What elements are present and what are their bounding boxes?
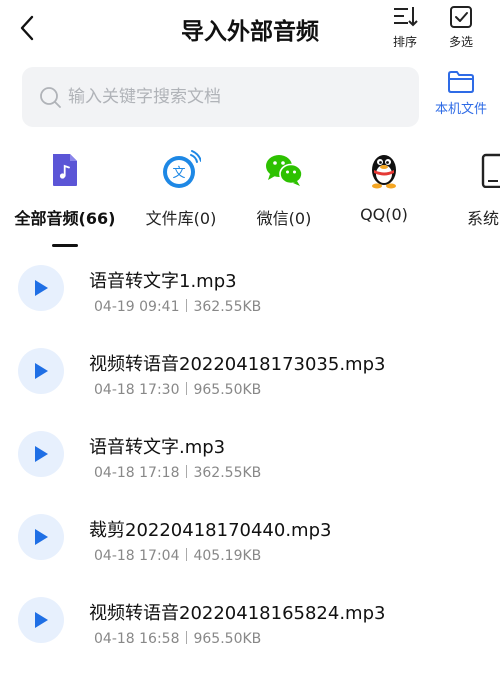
play-icon — [35, 612, 48, 628]
tab-wechat[interactable]: 微信(0) — [229, 150, 339, 229]
meta-divider — [186, 299, 188, 312]
local-files-label: 本机文件 — [434, 102, 487, 117]
category-tabs: 全部音频(66) 文 文件库(0) 微信(0) QQ(0) 系统 — [0, 150, 500, 250]
file-name: 裁剪20220418170440.mp3 — [89, 520, 332, 541]
wechat-icon — [264, 150, 304, 190]
play-icon — [35, 363, 48, 379]
file-size: 362.55KB — [193, 465, 262, 481]
meta-divider — [186, 382, 188, 395]
tab-file-library[interactable]: 文 文件库(0) — [126, 150, 236, 229]
file-date: 04-18 17:30 — [94, 382, 180, 398]
play-icon — [35, 280, 48, 296]
tab-system-recordings-label: 系统录 — [466, 209, 500, 228]
sort-button[interactable]: 排序 — [380, 4, 430, 56]
file-name: 语音转文字1.mp3 — [89, 271, 237, 292]
file-meta: 04-19 09:41 362.55KB — [94, 299, 261, 315]
active-tab-indicator — [52, 244, 78, 247]
file-date: 04-19 09:41 — [94, 299, 180, 315]
tab-all-audio-label: 全部音频(66) — [14, 209, 116, 228]
file-date: 04-18 17:04 — [94, 548, 180, 564]
file-name: 语音转文字.mp3 — [89, 437, 226, 458]
tab-qq[interactable]: QQ(0) — [329, 150, 439, 224]
svg-text:文: 文 — [172, 166, 185, 181]
chevron-left-icon — [20, 15, 34, 41]
play-icon — [35, 529, 48, 545]
play-button[interactable] — [18, 265, 64, 311]
file-meta: 04-18 17:04 405.19KB — [94, 548, 261, 564]
search-bar — [22, 67, 419, 127]
tab-file-library-label: 文件库(0) — [145, 209, 217, 228]
play-button[interactable] — [18, 431, 64, 477]
header-bar: 导入外部音频 排序 多选 — [0, 0, 500, 58]
tab-all-audio[interactable]: 全部音频(66) — [10, 150, 120, 229]
file-date: 04-18 16:58 — [94, 631, 180, 647]
file-size: 362.55KB — [193, 299, 262, 315]
file-size: 965.50KB — [193, 382, 262, 398]
search-input[interactable] — [68, 87, 388, 107]
play-button[interactable] — [18, 597, 64, 643]
file-name: 视频转语音20220418173035.mp3 — [89, 354, 386, 375]
local-files-button[interactable]: 本机文件 — [428, 70, 494, 126]
phone-icon — [471, 150, 500, 190]
list-item[interactable]: 裁剪20220418170440.mp3 04-18 17:04 405.19KB — [0, 499, 500, 583]
multi-select-button[interactable]: 多选 — [436, 4, 486, 56]
list-item[interactable]: 视频转语音20220418173035.mp3 04-18 17:30 965.5… — [0, 333, 500, 417]
list-item[interactable]: 视频转语音20220418165824.mp3 04-18 16:58 965.5… — [0, 582, 500, 666]
file-size: 965.50KB — [193, 631, 262, 647]
folder-icon — [448, 71, 474, 93]
file-meta: 04-18 16:58 965.50KB — [94, 631, 261, 647]
meta-divider — [186, 548, 188, 561]
tab-wechat-label: 微信(0) — [256, 209, 312, 228]
multi-select-label: 多选 — [448, 35, 473, 49]
back-button[interactable] — [12, 10, 42, 46]
sort-icon — [394, 7, 418, 27]
sort-label: 排序 — [392, 35, 417, 49]
file-meta: 04-18 17:18 362.55KB — [94, 465, 261, 481]
play-button[interactable] — [18, 514, 64, 560]
qq-penguin-icon — [364, 150, 404, 190]
file-meta: 04-18 17:30 965.50KB — [94, 382, 261, 398]
list-item[interactable]: 语音转文字1.mp3 04-19 09:41 362.55KB — [0, 250, 500, 334]
file-name: 视频转语音20220418165824.mp3 — [89, 603, 386, 624]
play-button[interactable] — [18, 348, 64, 394]
file-date: 04-18 17:18 — [94, 465, 180, 481]
checkbox-icon — [450, 6, 472, 28]
file-library-icon: 文 — [161, 150, 201, 190]
music-note-icon — [45, 150, 85, 190]
file-size: 405.19KB — [193, 548, 262, 564]
play-icon — [35, 446, 48, 462]
tab-qq-label: QQ(0) — [360, 205, 408, 224]
meta-divider — [186, 631, 188, 644]
search-icon — [40, 87, 61, 108]
list-item[interactable]: 语音转文字.mp3 04-18 17:18 362.55KB — [0, 416, 500, 500]
tab-system-recordings[interactable]: 系统录 — [436, 150, 500, 229]
meta-divider — [186, 465, 188, 478]
